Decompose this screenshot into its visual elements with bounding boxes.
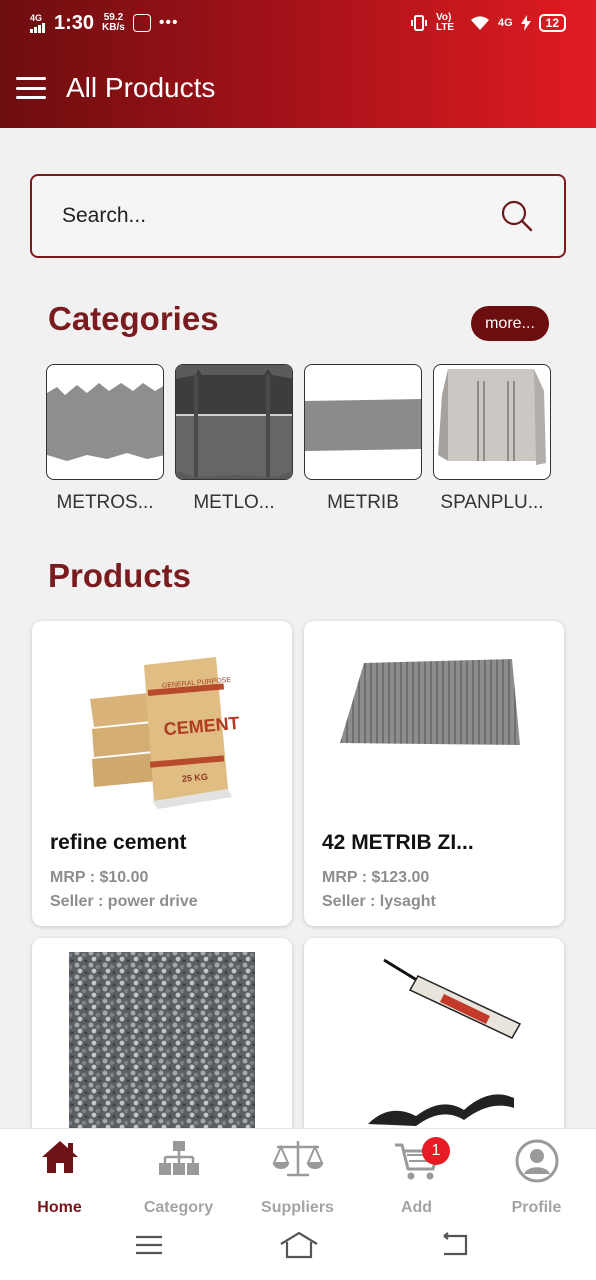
- clock: 1:30: [54, 11, 95, 34]
- category-item-metlok[interactable]: METLO...: [175, 364, 293, 514]
- recent-apps-icon[interactable]: [134, 1234, 164, 1256]
- bottom-navigation: Home Category Suppliers 1 Add Profile: [0, 1128, 596, 1216]
- system-back-icon[interactable]: [438, 1232, 470, 1258]
- more-categories-button[interactable]: more...: [471, 306, 549, 341]
- app-notification-icon: [132, 14, 151, 32]
- category-image: [304, 364, 422, 480]
- battery-indicator: 12: [538, 14, 566, 32]
- categories-heading: Categories: [48, 300, 219, 337]
- category-item-spanplus[interactable]: SPANPLU...: [433, 364, 551, 514]
- app-bar: All Products: [0, 58, 596, 118]
- charging-icon: [520, 15, 531, 31]
- category-item-metroslim[interactable]: METROS...: [46, 364, 164, 514]
- product-mrp: MRP : $10.00: [50, 869, 149, 886]
- category-label: SPANPLU...: [440, 492, 544, 513]
- nav-label: Profile: [511, 1199, 562, 1216]
- home-icon: [41, 1141, 78, 1173]
- category-image: [46, 364, 164, 480]
- network-type-right: 4G: [497, 17, 513, 29]
- products-heading: Products: [48, 557, 192, 594]
- nav-add[interactable]: 1 Add: [357, 1137, 476, 1217]
- product-card[interactable]: 42 METRIB ZI... MRP : $123.00 Seller : l…: [304, 621, 564, 926]
- more-notifications-icon: •••: [158, 14, 179, 31]
- app-header: 4G 1:30 59.2 KB/s ••• Vo) LTE 4G 12 All …: [0, 0, 596, 128]
- nav-category[interactable]: Category: [119, 1137, 238, 1217]
- category-tree-icon: [158, 1141, 199, 1175]
- system-home-icon[interactable]: [278, 1230, 320, 1260]
- product-seller: Seller : power drive: [50, 893, 198, 910]
- scales-icon: [271, 1141, 324, 1177]
- nav-home[interactable]: Home: [0, 1137, 119, 1217]
- category-image: [433, 364, 551, 480]
- nav-label: Add: [400, 1199, 433, 1216]
- vibrate-icon: [410, 15, 427, 31]
- category-item-metrib[interactable]: METRIB: [304, 364, 422, 514]
- nav-suppliers[interactable]: Suppliers: [238, 1137, 357, 1217]
- product-card[interactable]: [32, 938, 292, 1138]
- nav-label: Category: [143, 1199, 214, 1216]
- signal-icon: 4G: [30, 13, 46, 33]
- category-label: METLO...: [193, 492, 275, 513]
- category-label: METRIB: [327, 492, 399, 513]
- category-label: METROS...: [56, 492, 154, 513]
- category-image: [175, 364, 293, 480]
- search-input[interactable]: [62, 204, 500, 228]
- status-bar: 4G 1:30 59.2 KB/s ••• Vo) LTE 4G 12: [0, 0, 596, 46]
- product-image: GENERAL PURPOSE CEMENT 25 KG: [32, 621, 292, 811]
- wifi-icon: [470, 16, 489, 30]
- nav-label: Home: [37, 1199, 82, 1216]
- categories-list: METROS... METLO... METRIB SPANPLU...: [46, 364, 556, 514]
- page-title: All Products: [66, 72, 216, 103]
- network-speed: 59.2 KB/s: [102, 12, 125, 33]
- product-image: [304, 621, 564, 811]
- nav-profile[interactable]: Profile: [477, 1137, 596, 1217]
- product-name: refine cement: [50, 831, 187, 854]
- search-box[interactable]: [30, 174, 566, 258]
- product-mrp: MRP : $123.00: [322, 869, 430, 886]
- search-icon[interactable]: [500, 199, 534, 233]
- product-image: [304, 938, 564, 1128]
- hamburger-menu-icon[interactable]: [16, 77, 46, 99]
- profile-icon: [515, 1139, 558, 1183]
- volte-indicator: Vo) LTE: [435, 12, 455, 33]
- product-card[interactable]: [304, 938, 564, 1138]
- network-type: 4G: [30, 13, 43, 23]
- product-image: [32, 938, 292, 1128]
- product-card[interactable]: GENERAL PURPOSE CEMENT 25 KG refine ceme…: [32, 621, 292, 926]
- system-navigation-bar: [0, 1216, 596, 1280]
- cart-count-badge: 1: [422, 1137, 450, 1165]
- product-name: 42 METRIB ZI...: [322, 831, 474, 854]
- nav-label: Suppliers: [261, 1199, 334, 1216]
- product-seller: Seller : lysaght: [322, 893, 436, 910]
